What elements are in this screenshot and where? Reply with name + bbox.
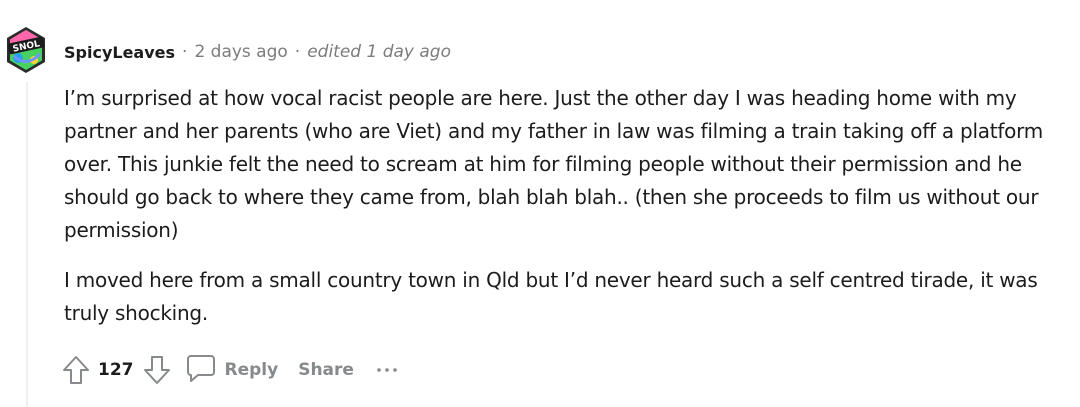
comment-timestamp[interactable]: 2 days ago bbox=[194, 42, 287, 62]
reply-button[interactable]: Reply bbox=[185, 352, 279, 389]
more-options-icon[interactable] bbox=[374, 360, 400, 380]
author-username[interactable]: SpicyLeaves bbox=[64, 43, 175, 62]
speech-bubble-icon bbox=[185, 352, 217, 389]
comment-paragraph: I moved here from a small country town i… bbox=[64, 268, 1038, 325]
comment-body: I’m surprised at how vocal racist people… bbox=[64, 82, 1074, 330]
comment-action-bar: 127 Reply Share bbox=[62, 350, 400, 390]
comment-header: SpicyLeaves · 2 days ago · edited 1 day … bbox=[64, 38, 451, 66]
comment-paragraph: I’m surprised at how vocal racist people… bbox=[64, 86, 1043, 242]
edited-label: edited 1 day ago bbox=[307, 42, 451, 62]
share-button[interactable]: Share bbox=[298, 360, 354, 380]
vote-score: 127 bbox=[98, 360, 134, 380]
comment-thread-line[interactable] bbox=[26, 82, 28, 407]
separator-dot: · bbox=[182, 42, 188, 62]
snoo-avatar-icon[interactable]: SNOL bbox=[4, 26, 48, 74]
upvote-arrow-icon[interactable] bbox=[62, 354, 90, 386]
reply-label: Reply bbox=[224, 360, 279, 380]
separator-dot: · bbox=[294, 42, 301, 62]
downvote-arrow-icon[interactable] bbox=[143, 354, 171, 386]
